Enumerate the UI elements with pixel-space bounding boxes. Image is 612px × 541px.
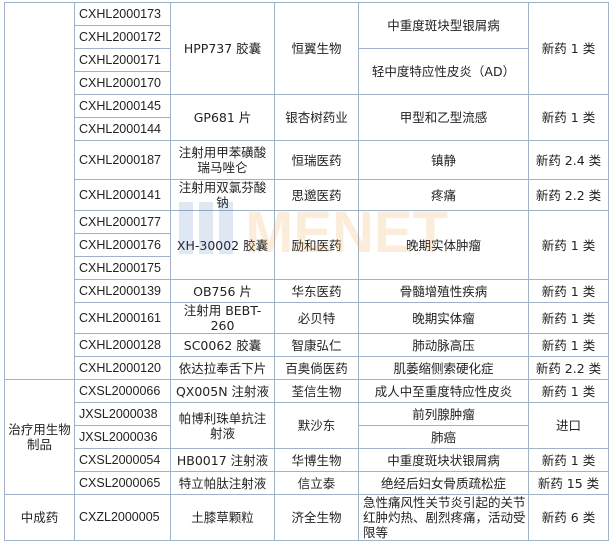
code-cell: CXHL2000175 bbox=[74, 256, 171, 280]
code-cell: CXHL2000144 bbox=[74, 117, 171, 141]
drug-name-cell: QX005N 注射液 bbox=[170, 379, 275, 403]
company-cell: 百奥倘医药 bbox=[274, 356, 359, 380]
indication-cell: 晚期实体肿瘤 bbox=[358, 210, 529, 280]
indication-cell: 骨髓增殖性疾病 bbox=[358, 279, 529, 303]
company-cell: 银杏树药业 bbox=[274, 94, 359, 141]
drug-name-cell: 注射用甲苯磺酸瑞马唑仑 bbox=[170, 140, 275, 180]
company-cell: 励和医药 bbox=[274, 210, 359, 280]
code-cell: CXHL2000170 bbox=[74, 71, 171, 95]
category-cell: 治疗用生物制品 bbox=[4, 379, 75, 495]
code-cell: CXHL2000128 bbox=[74, 333, 171, 357]
code-cell: CXHL2000161 bbox=[74, 302, 171, 334]
table-row: CXSL2000054 HB0017 注射液 华博生物 中重度斑块状银屑病 新药… bbox=[5, 448, 609, 472]
table-row: CXSL2000065 特立帕肽注射液 信立泰 绝经后妇女骨质疏松症 新药 15… bbox=[5, 471, 609, 495]
indication-cell: 轻中度特应性皮炎（AD） bbox=[358, 48, 529, 95]
company-cell: 默沙东 bbox=[274, 402, 359, 449]
drug-name-cell: 依达拉奉舌下片 bbox=[170, 356, 275, 380]
table-row: CXHL2000141 注射用双氯芬酸钠 思邈医药 疼痛 新药 2.2 类 bbox=[5, 179, 609, 211]
table-row: CXHL2000187 注射用甲苯磺酸瑞马唑仑 恒瑞医药 镇静 新药 2.4 类 bbox=[5, 140, 609, 180]
type-cell: 新药 1 类 bbox=[528, 379, 609, 403]
company-cell: 荃信生物 bbox=[274, 379, 359, 403]
code-cell: CXHL2000172 bbox=[74, 25, 171, 49]
type-cell: 新药 1 类 bbox=[528, 279, 609, 303]
code-cell: CXHL2000173 bbox=[74, 2, 171, 26]
type-cell: 新药 1 类 bbox=[528, 302, 609, 334]
drug-name-cell: 帕博利珠单抗注射液 bbox=[170, 402, 275, 449]
company-cell: 恒翼生物 bbox=[274, 2, 359, 95]
table-row: CXHL2000145 GP681 片 银杏树药业 甲型和乙型流感 新药 1 类 bbox=[5, 94, 609, 141]
drug-name-cell: GP681 片 bbox=[170, 94, 275, 141]
drug-name-cell: 特立帕肽注射液 bbox=[170, 471, 275, 495]
code-cell: CXHL2000145 bbox=[74, 94, 171, 118]
indication-cell: 中重度斑块状银屑病 bbox=[358, 448, 529, 472]
indication-cell: 肺动脉高压 bbox=[358, 333, 529, 357]
indication-cell: 肺癌 bbox=[358, 425, 529, 449]
indication-cell: 镇静 bbox=[358, 140, 529, 180]
indication-cell: 成人中至重度特应性皮炎 bbox=[358, 379, 529, 403]
category-cell bbox=[4, 2, 75, 380]
type-cell: 新药 1 类 bbox=[528, 448, 609, 472]
type-cell: 进口 bbox=[528, 402, 609, 449]
indication-cell: 中重度斑块型银屑病 bbox=[358, 2, 529, 49]
type-cell: 新药 1 类 bbox=[528, 2, 609, 95]
code-cell: JXSL2000038 bbox=[74, 402, 171, 426]
drug-name-cell: HPP737 胶囊 bbox=[170, 2, 275, 95]
company-cell: 必贝特 bbox=[274, 302, 359, 334]
drug-name-cell: OB756 片 bbox=[170, 279, 275, 303]
type-cell: 新药 2.2 类 bbox=[528, 179, 609, 211]
indication-cell: 前列腺肿瘤 bbox=[358, 402, 529, 426]
table-row: JXSL2000038 帕博利珠单抗注射液 默沙东 前列腺肿瘤 进口 bbox=[5, 402, 609, 449]
table-row: CXHL2000120 依达拉奉舌下片 百奥倘医药 肌萎缩侧索硬化症 新药 2.… bbox=[5, 356, 609, 380]
type-cell: 新药 1 类 bbox=[528, 94, 609, 141]
drug-name-cell: SC0062 胶囊 bbox=[170, 333, 275, 357]
table-row: CXHL2000173 HPP737 胶囊 恒翼生物 中重度斑块型银屑病 新药 … bbox=[4, 2, 609, 380]
type-cell: 新药 2.2 类 bbox=[528, 356, 609, 380]
indication-cell: 甲型和乙型流感 bbox=[358, 94, 529, 141]
company-cell: 华东医药 bbox=[274, 279, 359, 303]
table-row: 治疗用生物制品 CXSL2000066 QX005N 注射液 荃信生物 成人中至… bbox=[4, 379, 609, 495]
table-row: CXHL2000161 注射用 BEBT-260 必贝特 晚期实体瘤 新药 1 … bbox=[5, 302, 609, 334]
indication-cell: 晚期实体瘤 bbox=[358, 302, 529, 334]
table-row: CXHL2000128 SC0062 胶囊 智康弘仁 肺动脉高压 新药 1 类 bbox=[5, 333, 609, 357]
drug-name-cell: 注射用 BEBT-260 bbox=[170, 302, 275, 334]
code-cell: CXHL2000139 bbox=[74, 279, 171, 303]
type-cell: 新药 1 类 bbox=[528, 333, 609, 357]
code-cell: CXHL2000171 bbox=[74, 48, 171, 72]
code-cell: CXSL2000054 bbox=[74, 448, 171, 472]
type-cell: 新药 15 类 bbox=[528, 471, 609, 495]
drug-name-cell: 注射用双氯芬酸钠 bbox=[170, 179, 275, 211]
table-row: CXHL2000177 XH-30002 胶囊 励和医药 晚期实体肿瘤 新药 1… bbox=[5, 210, 609, 280]
drug-name-cell: HB0017 注射液 bbox=[170, 448, 275, 472]
company-cell: 思邈医药 bbox=[274, 179, 359, 211]
company-cell: 华博生物 bbox=[274, 448, 359, 472]
indication-cell: 疼痛 bbox=[358, 179, 529, 211]
code-cell: JXSL2000036 bbox=[74, 425, 171, 449]
code-cell: CXSL2000066 bbox=[74, 379, 171, 403]
code-cell: CXHL2000120 bbox=[74, 356, 171, 380]
type-cell: 新药 1 类 bbox=[528, 210, 609, 280]
company-cell: 智康弘仁 bbox=[274, 333, 359, 357]
drug-name-cell: XH-30002 胶囊 bbox=[170, 210, 275, 280]
company-cell: 恒瑞医药 bbox=[274, 140, 359, 180]
company-cell: 信立泰 bbox=[274, 471, 359, 495]
code-cell: CXHL2000187 bbox=[74, 140, 171, 180]
code-cell: CXHL2000141 bbox=[74, 179, 171, 211]
code-cell: CXSL2000065 bbox=[74, 471, 171, 495]
indication-cell: 绝经后妇女骨质疏松症 bbox=[358, 471, 529, 495]
table-row: CXHL2000139 OB756 片 华东医药 骨髓增殖性疾病 新药 1 类 bbox=[5, 279, 609, 303]
code-cell: CXHL2000176 bbox=[74, 233, 171, 257]
code-cell: CXHL2000177 bbox=[74, 210, 171, 234]
indication-cell: 肌萎缩侧索硬化症 bbox=[358, 356, 529, 380]
type-cell: 新药 2.4 类 bbox=[528, 140, 609, 180]
drug-approval-table: CXHL2000173 HPP737 胶囊 恒翼生物 中重度斑块型银屑病 新药 … bbox=[4, 2, 609, 541]
